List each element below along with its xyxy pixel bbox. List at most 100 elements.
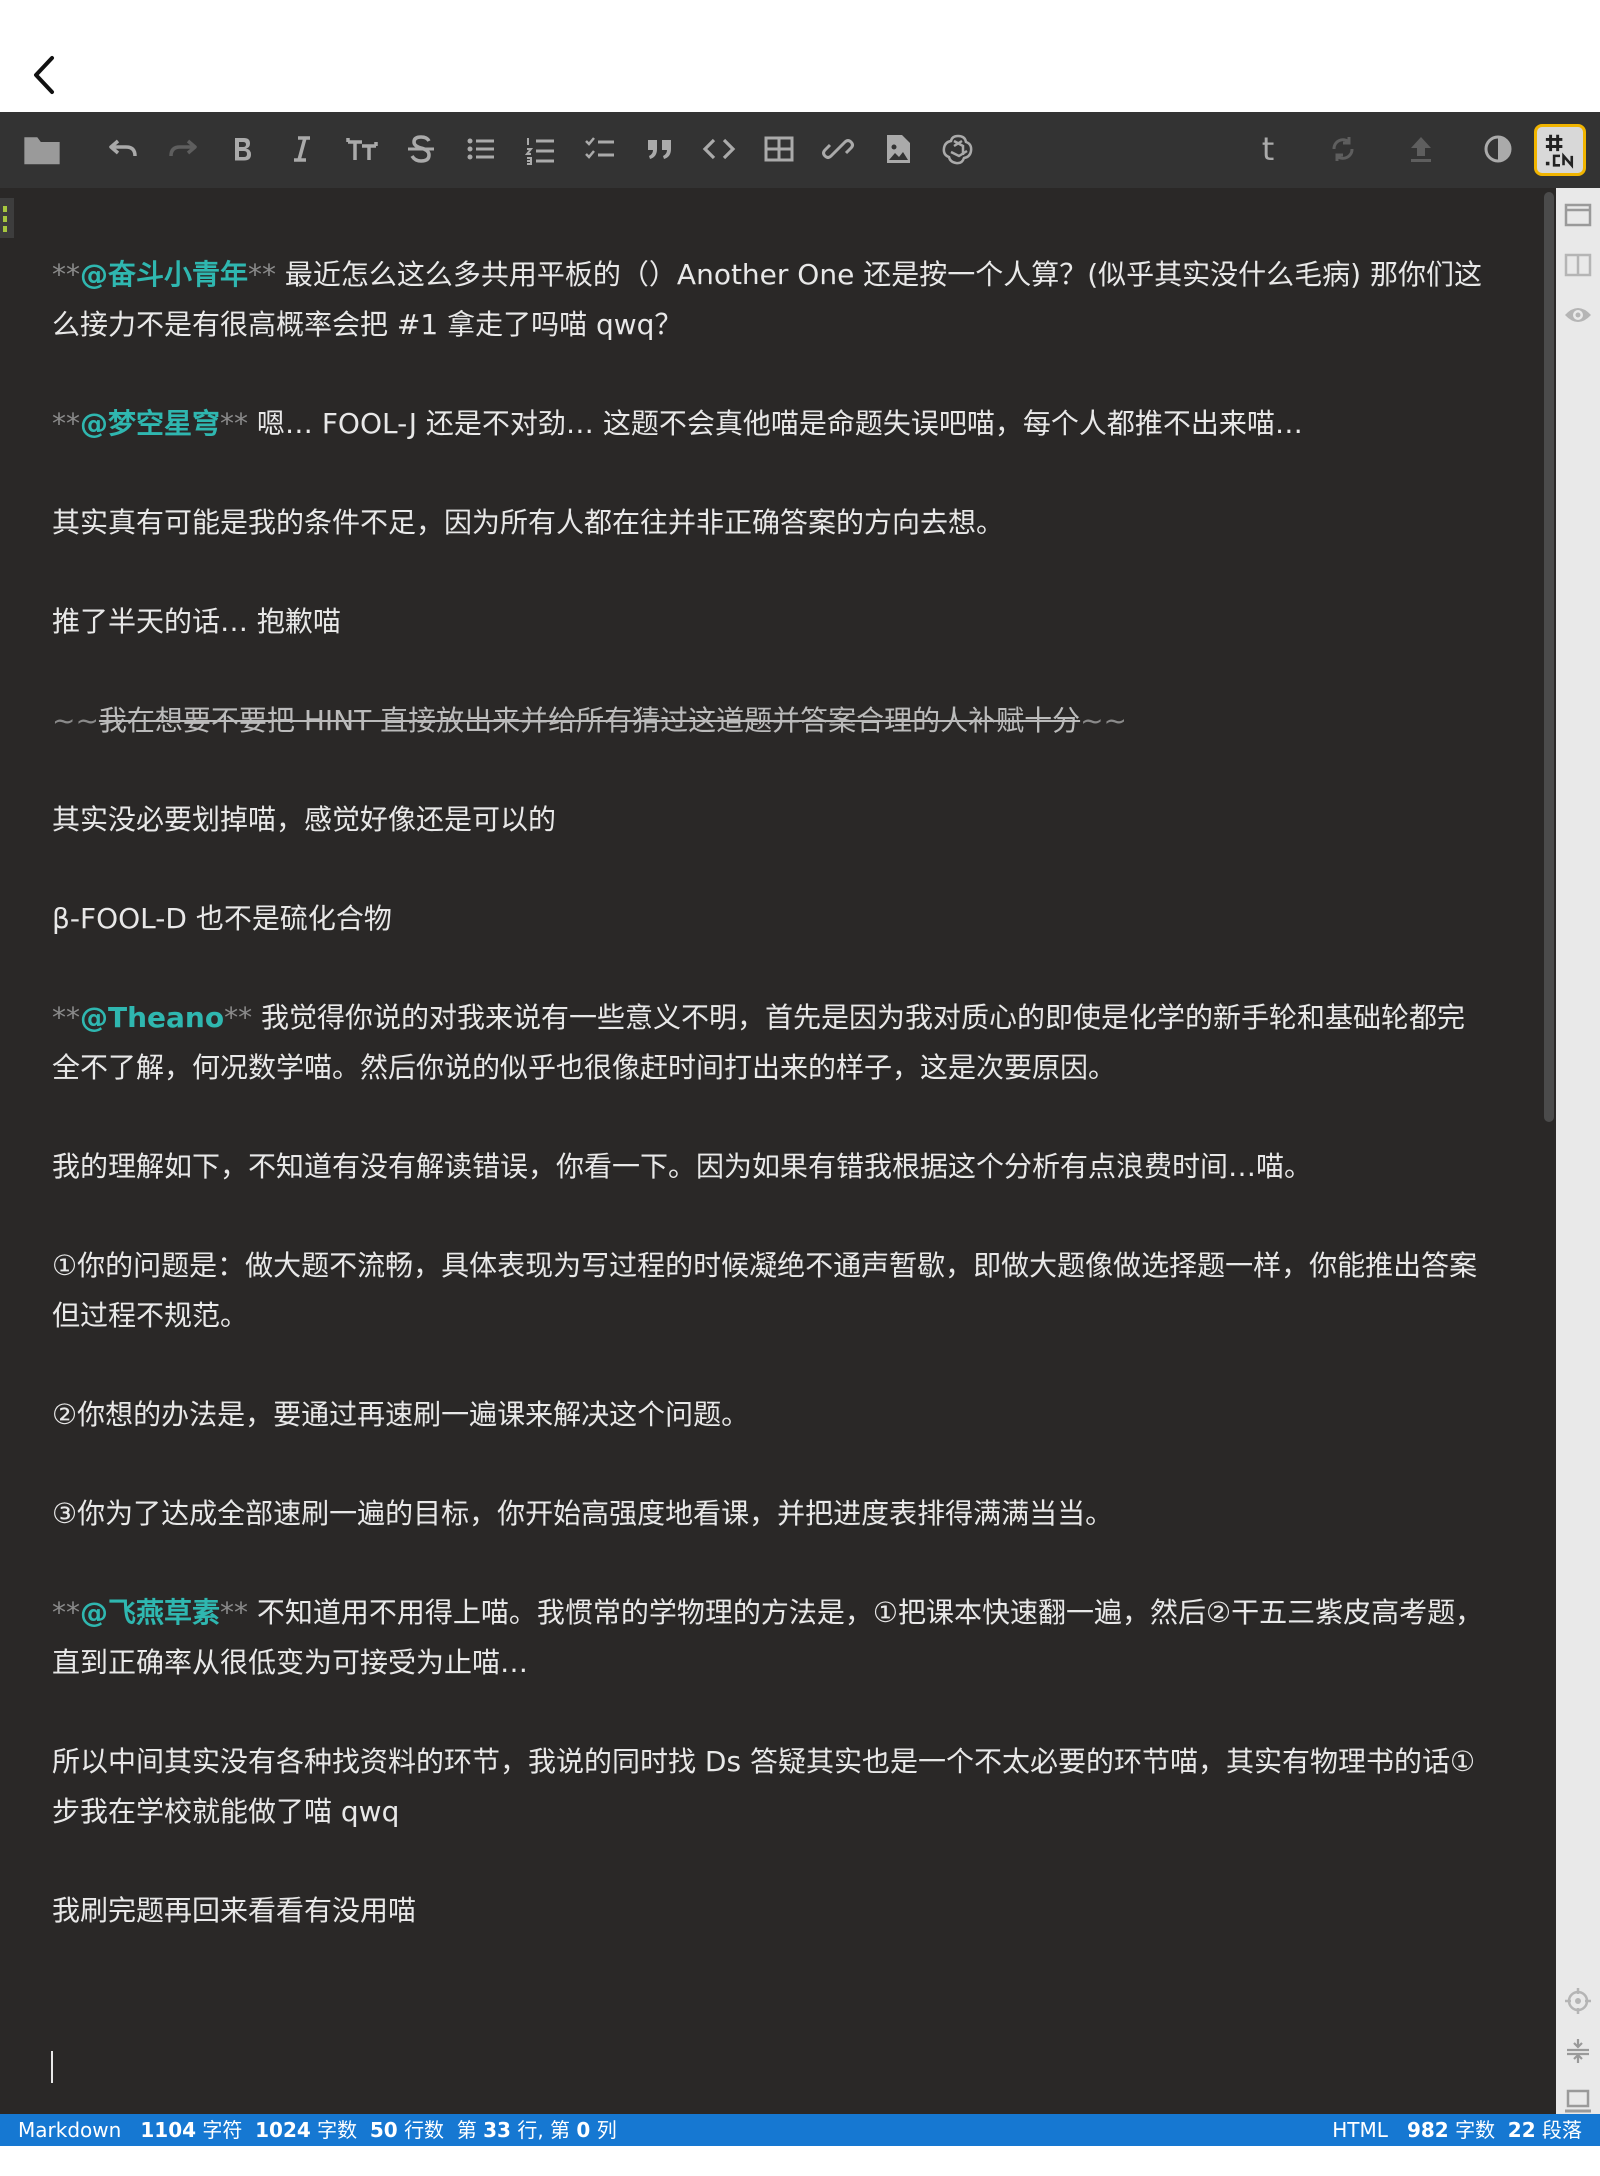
preview-mode: HTML [1332,2118,1388,2142]
word-count-label: 字数 [317,2118,358,2142]
status-left: Markdown 1104 字符 1024 字数 50 行数 第 33 行, 第… [18,2114,617,2146]
quote-button[interactable] [637,126,683,172]
cursor-col: 0 [576,2118,591,2142]
preview-word-count: 982 [1406,2118,1449,2142]
image-icon [887,135,910,163]
split-view-button[interactable] [1561,248,1595,282]
ai-button[interactable] [935,126,981,172]
fold-marker[interactable] [0,198,14,238]
cursor-position-prefix: 第 [456,2118,477,2142]
editor-only-view-button[interactable] [1561,198,1595,232]
strike-marker: ~~ [52,704,99,737]
strikethrough-text: 我在想要不要把 HINT 直接放出来并给所有猜过这道题并答案合理的人补赋十分 [98,704,1081,737]
line-count-label: 行数 [404,2118,445,2142]
preview-button[interactable] [1561,298,1595,332]
heading-icon [346,138,378,160]
link-icon [822,139,854,159]
editor-toolbar: t [0,112,1600,188]
bold-marker: ** [220,1596,249,1629]
bold-marker: ** [52,1001,80,1034]
undo-button[interactable] [100,126,146,172]
link-button[interactable] [815,126,861,172]
status-bar: Markdown 1104 字符 1024 字数 50 行数 第 33 行, 第… [0,2114,1600,2146]
word-count: 1024 [255,2118,311,2142]
paragraph-10: ①你的问题是：做大题不流畅，具体表现为写过程的时候凝绝不通声暂歇，即做大题像做选… [52,1249,1478,1332]
bottom-area [0,2146,1600,2176]
paragraph-14: 所以中间其实没有各种找资料的环节，我说的同时找 Ds 答疑其实也是一个不太必要的… [52,1745,1476,1828]
upload-button[interactable] [1398,126,1444,172]
char-count-label: 字符 [202,2118,243,2142]
paragraph-1: **@奋斗小青年** 最近怎么这么多共用平板的（）Another One 还是按… [52,250,1492,350]
paragraph-6: 其实没必要划掉喵，感觉好像还是可以的 [52,803,557,836]
table-icon [764,136,794,162]
back-button[interactable] [26,50,66,100]
quote-icon [648,140,671,159]
paragraph-8: **@Theano** 我觉得你说的对我来说有一些意义不明，首先是因为我对质心的… [52,993,1492,1093]
bold-marker: ** [220,407,249,440]
fullscreen-button[interactable] [1561,2084,1595,2118]
paragraph-text: 我觉得你说的对我来说有一些意义不明，首先是因为我对质心的即使是化学的新手轮和基础… [52,1001,1465,1084]
paragraph-count: 22 [1507,2118,1536,2142]
table-button[interactable] [756,126,802,172]
text-cursor [51,2051,53,2083]
view-side-panel [1556,188,1600,2114]
top-bar [0,0,1600,112]
chevron-left-icon [34,56,54,94]
eye-icon [1565,308,1591,322]
mention: @Theano [80,1001,225,1034]
mention: @奋斗小青年 [80,258,249,291]
checklist-button[interactable] [577,126,623,172]
ordered-list-button[interactable] [517,126,563,172]
paragraph-text: 不知道用不用得上喵。我惯常的学物理的方法是，①把课本快速翻一遍，然后②干五三紫皮… [52,1596,1484,1679]
bold-button[interactable] [219,126,265,172]
markdown-editor[interactable]: **@奋斗小青年** 最近怎么这么多共用平板的（）Another One 还是按… [0,188,1556,2114]
paragraph-5: ~~我在想要不要把 HINT 直接放出来并给所有猜过这道题并答案合理的人补赋十分… [52,696,1492,746]
sync-button[interactable] [1320,126,1366,172]
char-count: 1104 [140,2118,197,2142]
bold-marker: ** [52,407,80,440]
locate-cursor-button[interactable] [1561,1984,1595,2018]
bold-icon [235,138,251,161]
openai-icon [942,134,973,165]
code-icon [702,138,736,160]
split-view-icon [1564,253,1592,277]
undo-icon [109,139,137,157]
bullet-list-icon [467,138,494,160]
bold-marker: ** [224,1001,253,1034]
bold-marker: ** [248,258,277,291]
scrollbar-thumb[interactable] [1544,192,1554,1122]
bold-marker: ** [52,1596,80,1629]
line-count: 50 [369,2118,398,2142]
paragraph-7: β-FOOL-D 也不是硫化合物 [52,902,392,935]
sync-icon [1332,137,1354,161]
site-logo-button[interactable] [1534,124,1586,176]
file-button[interactable] [17,126,67,172]
strikethrough-button[interactable] [398,126,444,172]
bold-marker: ** [52,258,80,291]
theme-toggle-button[interactable] [1475,126,1521,172]
paragraph-2: **@梦空星穹** 嗯… FOOL-J 还是不对劲… 这题不会真他喵是命题失误吧… [52,399,1492,449]
image-button[interactable] [875,126,921,172]
cursor-line: 33 [483,2118,511,2142]
paragraph-11: ②你想的办法是，要通过再速刷一遍课来解决这个问题。 [52,1398,750,1431]
paragraph-12: ③你为了达成全部速刷一遍的目标，你开始高强度地看课，并把进度表排得满满当当。 [52,1497,1114,1530]
preview-word-label: 字数 [1455,2118,1496,2142]
mention: @飞燕草素 [80,1596,221,1629]
strike-marker: ~~ [1080,704,1128,737]
editor-content[interactable]: **@奋斗小青年** 最近怎么这么多共用平板的（）Another One 还是按… [52,250,1492,1985]
redo-button[interactable] [160,126,206,172]
bullet-list-button[interactable] [458,126,504,172]
paragraph-count-label: 段落 [1542,2118,1582,2142]
paragraph-15: 我刷完题再回来看看有没用喵 [52,1894,417,1927]
code-button[interactable] [696,126,742,172]
heading-button[interactable] [339,126,385,172]
paragraph-text: 嗯… FOOL-J 还是不对劲… 这题不会真他喵是命题失误吧喵，每个人都推不出来… [248,407,1303,440]
paragraph-4: 推了半天的话… 抱歉喵 [52,605,341,638]
sync-scroll-button[interactable] [1561,2034,1595,2068]
italic-button[interactable] [279,126,325,172]
paragraph-9: 我的理解如下，不知道有没有解读错误，你看一下。因为如果有错我根据这个分析有点浪费… [52,1150,1313,1183]
window-icon [1564,203,1592,227]
status-right: HTML 982 字数 22 段落 [1332,2114,1582,2146]
t-button[interactable]: t [1245,126,1291,172]
italic-icon [294,136,310,162]
